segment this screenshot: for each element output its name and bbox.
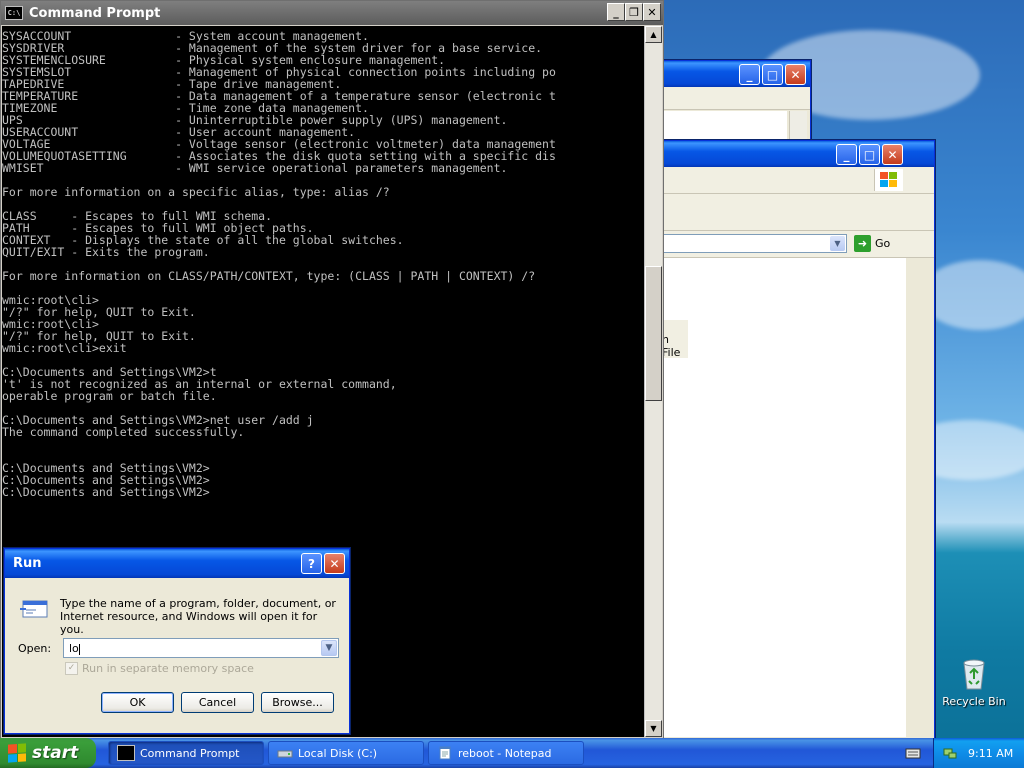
explorer-window-local-disk[interactable]: _ □ ✕ ▼ ➜ Go n File (662, 140, 935, 740)
console-line: wmic:root\cli>exit (2, 341, 127, 355)
console-line: WMISET - WMI service operational paramet… (2, 161, 508, 175)
console-icon (117, 745, 135, 761)
scroll-up-arrow-icon[interactable]: ▲ (645, 26, 662, 43)
console-line: operable program or batch file. (2, 389, 217, 403)
scroll-thumb[interactable] (645, 266, 662, 401)
scrollbar[interactable] (789, 111, 807, 141)
windows-logo-icon (874, 169, 903, 191)
minimize-button[interactable]: _ (836, 144, 857, 165)
address-area (662, 111, 787, 141)
task-command-prompt[interactable]: Command Prompt (108, 741, 264, 765)
text-caret (78, 643, 80, 655)
explorer-window-back[interactable]: _ □ ✕ (662, 60, 811, 142)
browse-button[interactable]: Browse... (261, 692, 334, 713)
close-button[interactable]: ✕ (785, 64, 806, 85)
drive-icon (277, 746, 293, 760)
keyboard-icon[interactable] (905, 746, 921, 760)
checkbox-label: Run in separate memory space (82, 662, 254, 675)
minimize-button[interactable]: _ (739, 64, 760, 85)
go-arrow-icon: ➜ (854, 235, 871, 252)
close-button[interactable]: ✕ (324, 553, 345, 574)
menu-bar (662, 87, 810, 110)
start-label: start (32, 743, 79, 763)
system-tray: 9:11 AM (933, 738, 1024, 768)
scroll-down-arrow-icon[interactable]: ▼ (645, 720, 662, 737)
go-label: Go (875, 237, 891, 250)
close-button[interactable]: ✕ (882, 144, 903, 165)
task-local-disk[interactable]: Local Disk (C:) (268, 741, 424, 765)
console-line: C:\Documents and Settings\VM2> (2, 485, 210, 499)
open-combobox[interactable]: lo ▼ (63, 638, 339, 658)
help-button[interactable]: ? (301, 553, 322, 574)
task-notepad[interactable]: reboot - Notepad (428, 741, 584, 765)
run-description: Type the name of a program, folder, docu… (60, 597, 336, 636)
dialog-title-bar[interactable]: Run (5, 549, 349, 578)
minimize-button[interactable]: _ (607, 3, 625, 21)
window-title: Command Prompt (29, 5, 161, 21)
menu-bar (662, 167, 934, 194)
separate-memory-checkbox[interactable]: ✓ Run in separate memory space (65, 662, 254, 675)
address-input[interactable]: ▼ (662, 234, 847, 253)
start-button[interactable]: start (0, 738, 96, 768)
console-line: QUIT/EXIT - Exits the program. (2, 245, 210, 259)
restore-button[interactable]: ❐ (625, 3, 643, 21)
notepad-icon (437, 746, 453, 760)
chevron-down-icon[interactable]: ▼ (830, 236, 845, 251)
close-button[interactable]: ✕ (643, 3, 661, 21)
run-dialog[interactable]: Run ? ✕ Type the name of a program, fold… (4, 548, 350, 734)
open-input-value[interactable]: lo (69, 642, 79, 655)
go-button[interactable]: ➜ Go (854, 235, 890, 252)
recycle-bin-icon (958, 655, 990, 691)
dialog-title: Run (13, 556, 42, 571)
address-bar: ▼ ➜ Go (662, 231, 934, 258)
maximize-button[interactable]: □ (762, 64, 783, 85)
maximize-button[interactable]: □ (859, 144, 880, 165)
ok-button[interactable]: OK (101, 692, 174, 713)
task-pane-link[interactable]: n File (662, 320, 688, 359)
cancel-button[interactable]: Cancel (181, 692, 254, 713)
checkmark-icon: ✓ (65, 662, 78, 675)
network-icon[interactable] (942, 745, 958, 761)
windows-flag-icon (8, 743, 26, 763)
run-program-icon (20, 597, 52, 621)
console-line: The command completed successfully. (2, 425, 245, 439)
recycle-bin-shortcut[interactable]: Recycle Bin (938, 655, 1010, 708)
open-label: Open: (18, 642, 52, 655)
console-line: For more information on a specific alias… (2, 185, 390, 199)
console-icon: C:\ (5, 6, 23, 20)
recycle-bin-label: Recycle Bin (942, 695, 1006, 708)
console-line: For more information on CLASS/PATH/CONTE… (2, 269, 536, 283)
taskbar: start Command Prompt Local Disk (C:) reb… (0, 738, 1024, 768)
clock[interactable]: 9:11 AM (968, 747, 1013, 760)
chevron-down-icon[interactable]: ▼ (321, 640, 337, 656)
window-title-bar[interactable]: C:\ Command Prompt (1, 1, 663, 25)
toolbar (662, 194, 934, 231)
vertical-scrollbar[interactable]: ▲ ▼ (644, 26, 662, 737)
file-list-area[interactable]: n File (662, 258, 906, 737)
desktop-cloud (920, 260, 1024, 330)
